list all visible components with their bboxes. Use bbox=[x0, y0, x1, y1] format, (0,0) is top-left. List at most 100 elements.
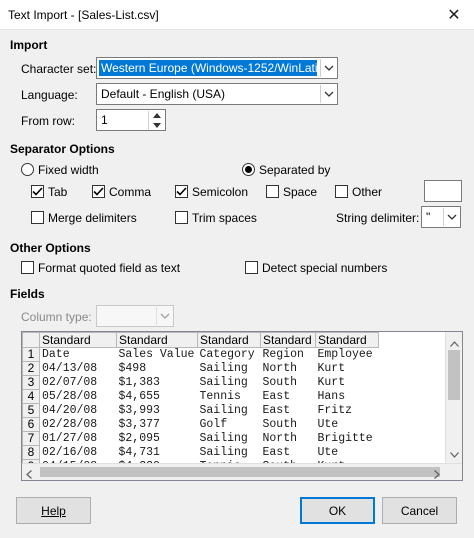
chevron-down-icon bbox=[156, 307, 172, 325]
checkmark-icon bbox=[176, 187, 187, 196]
table-cell: Tennis bbox=[199, 390, 241, 403]
spin-up-icon[interactable] bbox=[148, 111, 164, 120]
table-cell: Employee bbox=[317, 348, 373, 362]
string-delimiter-label: String delimiter: bbox=[336, 211, 420, 225]
row-number: 2 bbox=[22, 361, 40, 376]
table-cell: 01/27/08 bbox=[42, 432, 98, 445]
other-options-heading: Other Options bbox=[10, 241, 91, 255]
language-value: Default - English (USA) bbox=[101, 87, 226, 101]
row-number: 5 bbox=[22, 403, 40, 418]
import-heading: Import bbox=[10, 38, 48, 52]
space-checkbox[interactable] bbox=[266, 185, 279, 198]
table-cell: $498 bbox=[118, 362, 147, 375]
from-row-value: 1 bbox=[101, 113, 108, 127]
table-row: 2 04/13/08 $498 Sailing North Kurt bbox=[22, 361, 379, 376]
column-header[interactable]: Standard bbox=[39, 332, 117, 348]
string-delimiter-value: " bbox=[426, 210, 431, 224]
table-row: 1 Date Sales Value Category Region Employee bbox=[22, 347, 379, 362]
semicolon-checkbox[interactable] bbox=[175, 185, 188, 198]
data-preview-grid[interactable]: Standard Standard Standard Standard Standard… bbox=[21, 331, 463, 481]
separated-by-label: Separated by bbox=[259, 163, 331, 177]
tab-label: Tab bbox=[48, 185, 68, 199]
table-row: 6 02/28/08 $3,377 Golf South Ute bbox=[22, 417, 379, 432]
row-number: 8 bbox=[22, 445, 40, 460]
help-button-label: Help bbox=[41, 503, 66, 518]
table-cell: $1,383 bbox=[118, 376, 160, 389]
from-row-label: From row: bbox=[21, 114, 75, 128]
grid-corner bbox=[22, 332, 40, 348]
table-row: 3 02/07/08 $1,383 Sailing South Kurt bbox=[22, 375, 379, 390]
table-cell: Sales Value bbox=[118, 348, 195, 362]
table-cell: North bbox=[262, 362, 298, 375]
vertical-scrollbar[interactable] bbox=[445, 332, 462, 465]
chevron-down-icon bbox=[320, 59, 336, 77]
checkmark-icon bbox=[32, 187, 43, 196]
scroll-up-icon[interactable] bbox=[450, 336, 459, 350]
string-delimiter-dropdown[interactable]: " bbox=[421, 206, 461, 228]
table-cell: Brigitte bbox=[317, 432, 373, 445]
separated-by-radio[interactable] bbox=[242, 163, 255, 176]
table-cell: Kurt bbox=[317, 362, 346, 375]
other-checkbox[interactable] bbox=[335, 185, 348, 198]
table-cell: Fritz bbox=[317, 404, 353, 417]
ok-button[interactable]: OK bbox=[300, 497, 375, 524]
cancel-button[interactable]: Cancel bbox=[382, 497, 457, 524]
separator-heading: Separator Options bbox=[10, 142, 115, 156]
table-cell: Sailing bbox=[199, 404, 248, 417]
comma-checkbox[interactable] bbox=[92, 185, 105, 198]
table-cell: Golf bbox=[199, 418, 228, 431]
space-label: Space bbox=[283, 185, 318, 199]
semicolon-label: Semicolon bbox=[192, 185, 249, 199]
table-cell: $4,655 bbox=[118, 390, 160, 403]
detect-special-checkbox[interactable] bbox=[245, 261, 258, 274]
other-input[interactable] bbox=[424, 180, 462, 202]
column-type-dropdown[interactable] bbox=[96, 305, 174, 327]
format-quoted-checkbox[interactable] bbox=[21, 261, 34, 274]
column-type-label: Column type: bbox=[21, 310, 92, 324]
window-title: Text Import - [Sales-List.csv] bbox=[8, 8, 159, 22]
fixed-width-radio[interactable] bbox=[21, 163, 34, 176]
scroll-down-icon[interactable] bbox=[450, 447, 459, 461]
horizontal-scroll-thumb[interactable] bbox=[40, 467, 440, 477]
merge-delimiters-checkbox[interactable] bbox=[31, 211, 44, 224]
scroll-right-icon[interactable] bbox=[434, 468, 440, 480]
horizontal-scrollbar[interactable] bbox=[22, 463, 462, 480]
table-row: 8 02/16/08 $4,731 Sailing East Ute bbox=[22, 445, 379, 460]
detect-special-label: Detect special numbers bbox=[262, 261, 388, 275]
table-cell: Sailing bbox=[199, 362, 248, 375]
from-row-spinner[interactable]: 1 bbox=[96, 109, 166, 131]
row-number: 6 bbox=[22, 417, 40, 432]
column-type-value bbox=[99, 308, 153, 324]
table-cell: 02/07/08 bbox=[42, 376, 98, 389]
table-cell: Ute bbox=[317, 446, 339, 459]
row-number: 3 bbox=[22, 375, 40, 390]
character-set-dropdown[interactable]: Western Europe (Windows-1252/WinLatin 1) bbox=[96, 57, 338, 79]
column-header[interactable]: Standard bbox=[116, 332, 198, 348]
column-header[interactable]: Standard bbox=[260, 332, 316, 348]
checkmark-icon bbox=[93, 187, 104, 196]
scroll-left-icon[interactable] bbox=[26, 468, 32, 480]
table-cell: Sailing bbox=[199, 376, 248, 389]
table-row: 7 01/27/08 $2,095 Sailing North Brigitte bbox=[22, 431, 379, 446]
trim-spaces-checkbox[interactable] bbox=[175, 211, 188, 224]
vertical-scroll-thumb[interactable] bbox=[448, 350, 460, 400]
column-header[interactable]: Standard bbox=[315, 332, 379, 348]
help-button[interactable]: Help bbox=[16, 497, 91, 524]
radio-selected-dot bbox=[245, 166, 252, 173]
table-cell: 05/28/08 bbox=[42, 390, 98, 403]
column-header[interactable]: Standard bbox=[197, 332, 261, 348]
spin-down-icon[interactable] bbox=[148, 120, 164, 130]
language-dropdown[interactable]: Default - English (USA) bbox=[96, 83, 338, 105]
row-number: 7 bbox=[22, 431, 40, 446]
other-label: Other bbox=[352, 185, 383, 199]
row-number: 1 bbox=[22, 347, 40, 362]
table-cell: East bbox=[262, 446, 291, 459]
table-row: 4 05/28/08 $4,655 Tennis East Hans bbox=[22, 389, 379, 404]
table-cell: Region bbox=[262, 348, 304, 362]
close-icon[interactable]: ✕ bbox=[434, 0, 474, 30]
tab-checkbox[interactable] bbox=[31, 185, 44, 198]
table-cell: Date bbox=[42, 348, 70, 362]
table-cell: $2,095 bbox=[118, 432, 160, 445]
title-bar: Text Import - [Sales-List.csv] ✕ bbox=[0, 0, 474, 30]
comma-label: Comma bbox=[109, 185, 152, 199]
